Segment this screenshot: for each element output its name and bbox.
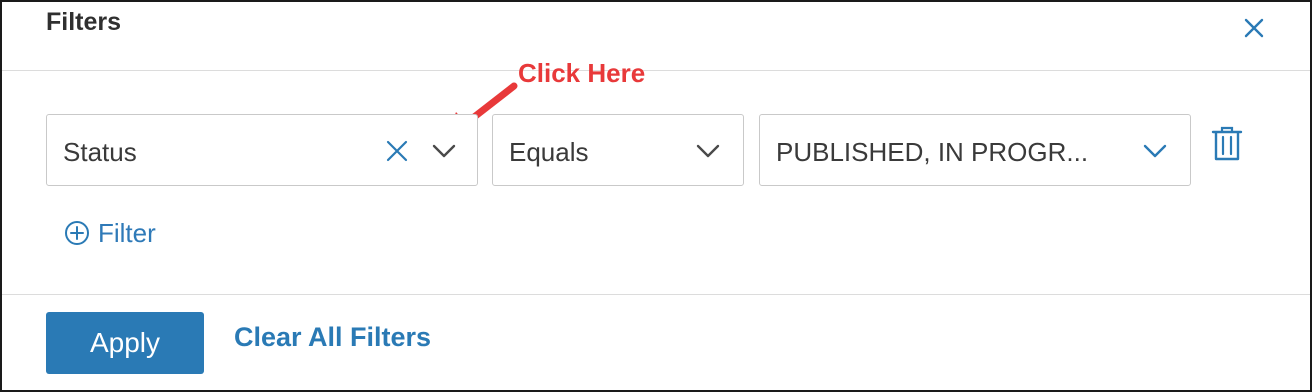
filters-panel: Filters Click Here Status Equals PUBLISH… [0,0,1312,392]
clear-all-filters-link[interactable]: Clear All Filters [234,322,431,353]
chevron-down-icon[interactable] [431,139,457,163]
footer-divider [2,294,1310,295]
filter-field-value: Status [63,137,137,167]
chevron-down-icon[interactable] [695,139,721,163]
x-icon[interactable] [385,139,409,163]
panel-header: Filters [2,2,1310,71]
add-filter-label: Filter [98,217,156,248]
close-icon[interactable] [1240,14,1268,42]
plus-circle-icon [65,221,89,245]
chevron-down-icon[interactable] [1142,139,1168,163]
filter-field-select[interactable]: Status [46,114,478,186]
filter-value-select[interactable]: PUBLISHED, IN PROGR... [759,114,1191,186]
filter-operator-select[interactable]: Equals [492,114,744,186]
trash-icon[interactable] [1210,126,1244,162]
annotation-label: Click Here [518,58,646,88]
apply-button[interactable]: Apply [46,312,204,374]
panel-title: Filters [46,8,122,36]
filter-value-text: PUBLISHED, IN PROGR... [776,137,1089,167]
filter-operator-value: Equals [509,137,589,167]
add-filter-button[interactable]: Filter [64,216,156,250]
